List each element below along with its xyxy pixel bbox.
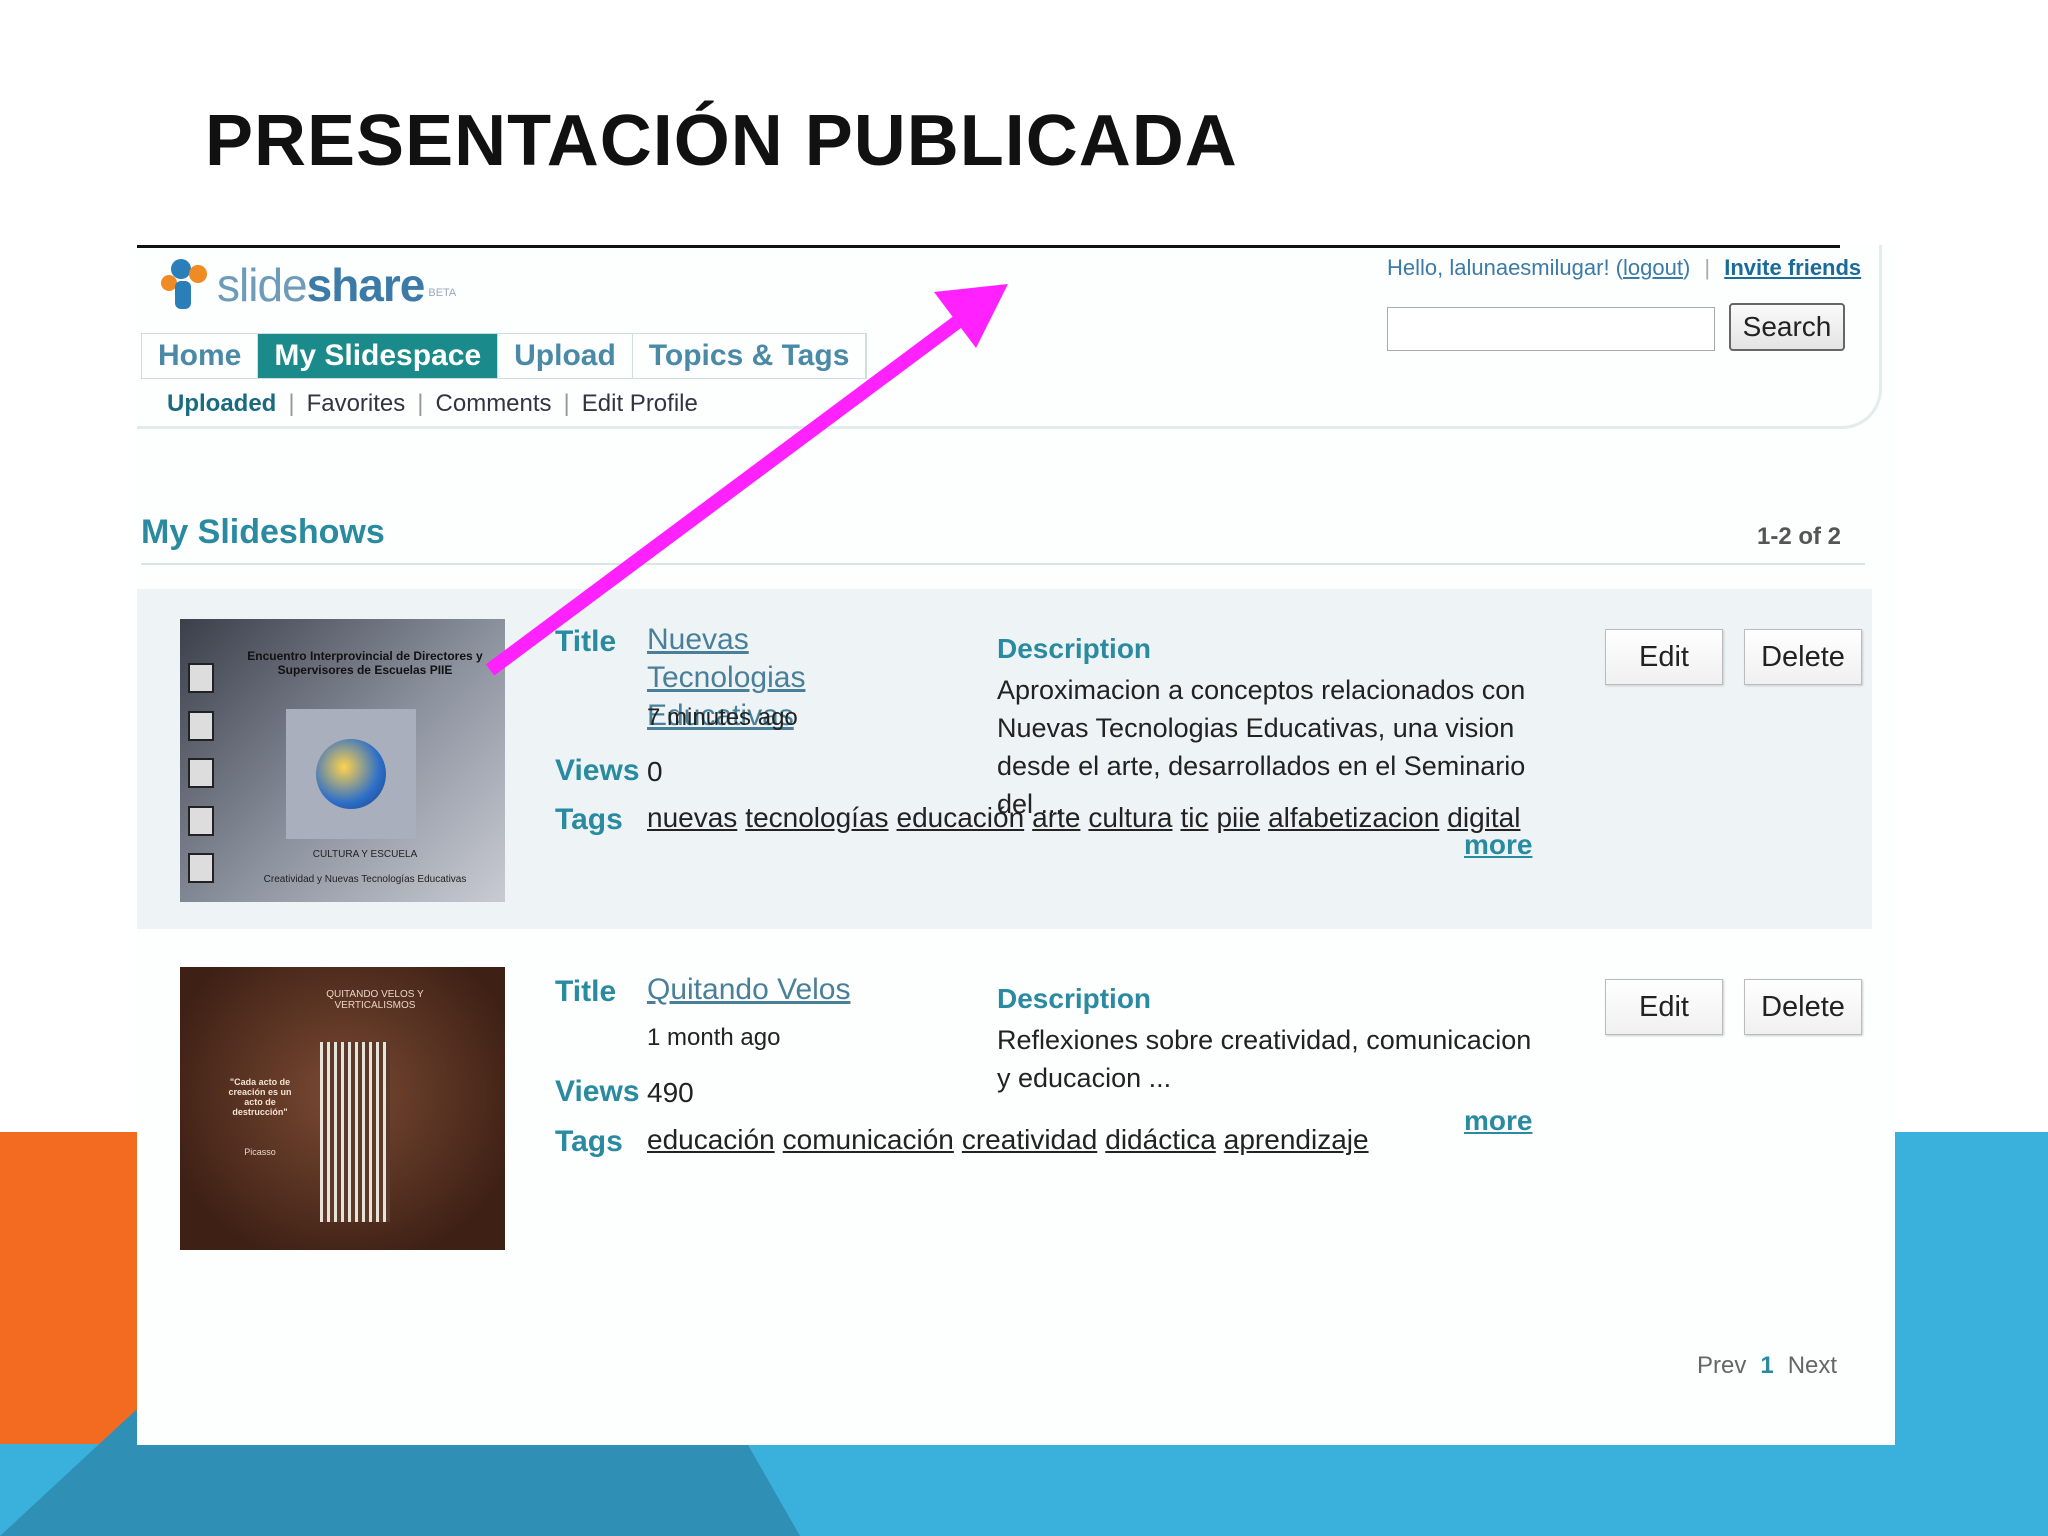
user-greeting: Hello, lalunaesmilugar! ( xyxy=(1387,255,1623,280)
tab-topics-tags[interactable]: Topics & Tags xyxy=(633,334,867,378)
tag-link[interactable]: creatividad xyxy=(962,1124,1097,1155)
logo-beta-badge: BETA xyxy=(428,287,457,299)
slide-title: PRESENTACIÓN PUBLICADA xyxy=(205,101,1238,181)
section-title: My Slideshows xyxy=(141,513,385,551)
delete-button[interactable]: Delete xyxy=(1744,979,1862,1035)
search-input[interactable] xyxy=(1387,307,1715,351)
filmstrip-icon xyxy=(188,663,216,883)
tab-upload[interactable]: Upload xyxy=(498,334,633,378)
tab-my-slidespace[interactable]: My Slidespace xyxy=(258,334,499,378)
invite-friends-link[interactable]: Invite friends xyxy=(1724,255,1861,280)
user-bar: Hello, lalunaesmilugar! (logout) | Invit… xyxy=(1387,255,1861,281)
slideshow-row: QUITANDO VELOS Y VERTICALISMOS "Cada act… xyxy=(137,939,1872,1250)
subnav-favorites[interactable]: Favorites xyxy=(307,390,406,418)
upload-time: 7 minutes ago xyxy=(647,704,798,731)
slideshare-logo-icon xyxy=(157,255,217,315)
thumb-quote: "Cada acto de creación es un acto de des… xyxy=(228,1077,292,1117)
more-link[interactable]: more xyxy=(1464,829,1532,861)
tags-label: Tags xyxy=(555,1125,623,1158)
userbar-separator: | xyxy=(1704,255,1711,280)
slideshow-thumbnail[interactable]: Encuentro Interprovincial de Directores … xyxy=(180,619,505,902)
subnav-comments[interactable]: Comments xyxy=(436,390,552,418)
user-greeting-close: ) xyxy=(1682,255,1691,280)
pager-prev[interactable]: Prev xyxy=(1697,1352,1746,1379)
slideshow-title-link[interactable]: Quitando Velos xyxy=(647,971,907,1009)
logout-link[interactable]: logout xyxy=(1623,255,1683,280)
description-text: Reflexiones sobre creatividad, comunicac… xyxy=(997,1025,1532,1093)
sub-nav: Uploaded | Favorites | Comments | Edit P… xyxy=(167,390,698,418)
thumb-footer: Creatividad y Nuevas Tecnologías Educati… xyxy=(263,874,467,885)
slideshow-row: Encuentro Interprovincial de Directores … xyxy=(137,589,1872,929)
logo-text: slideshare xyxy=(217,259,425,311)
more-link[interactable]: more xyxy=(1464,1105,1532,1137)
thumb-caption: QUITANDO VELOS Y VERTICALISMOS xyxy=(326,989,424,1011)
title-label: Title xyxy=(555,975,617,1008)
section-divider xyxy=(141,563,1865,565)
tag-link[interactable]: didáctica xyxy=(1105,1124,1216,1155)
views-label: Views xyxy=(555,1075,640,1108)
description-text: Aproximacion a conceptos relacionados co… xyxy=(997,675,1526,819)
description-label: Description xyxy=(997,983,1152,1014)
tag-link[interactable]: educación xyxy=(647,1124,775,1155)
thumb-author: Picasso xyxy=(244,1147,276,1157)
search-button[interactable]: Search xyxy=(1729,303,1845,351)
slideshow-thumbnail[interactable]: QUITANDO VELOS Y VERTICALISMOS "Cada act… xyxy=(180,967,505,1250)
description-label: Description xyxy=(997,633,1152,664)
slideshare-screenshot: slideshare BETA Home My Slidespace Uploa… xyxy=(137,245,1895,1445)
tag-list: nuevas tecnologías educación arte cultura tic… xyxy=(647,799,1520,837)
subnav-separator: | xyxy=(288,390,295,417)
subnav-separator: | xyxy=(563,390,570,417)
pager-next[interactable]: Next xyxy=(1788,1352,1837,1379)
main-nav: Home My Slidespace Upload Topics & Tags xyxy=(141,333,868,379)
thumb-caption: Encuentro Interprovincial de Directores … xyxy=(247,649,483,677)
tag-link[interactable]: aprendizaje xyxy=(1224,1124,1369,1155)
title-label: Title xyxy=(555,625,617,658)
curtain-image xyxy=(320,1042,390,1222)
edit-button[interactable]: Edit xyxy=(1605,979,1723,1035)
pager-current[interactable]: 1 xyxy=(1760,1352,1773,1379)
thumb-subtitle: CULTURA Y ESCUELA xyxy=(312,849,418,860)
result-count: 1-2 of 2 xyxy=(1757,523,1842,550)
subnav-edit-profile[interactable]: Edit Profile xyxy=(582,390,698,418)
subnav-separator: | xyxy=(417,390,424,417)
slideshare-logo[interactable]: slideshare BETA xyxy=(157,255,456,315)
globe-icon xyxy=(286,709,416,839)
delete-button[interactable]: Delete xyxy=(1744,629,1862,685)
subnav-uploaded[interactable]: Uploaded xyxy=(167,390,276,418)
tag-link[interactable]: tecnologías xyxy=(745,802,888,833)
pagination: Prev 1 Next xyxy=(1697,1352,1837,1380)
tags-label: Tags xyxy=(555,803,623,836)
tag-link[interactable]: comunicación xyxy=(783,1124,954,1155)
views-label: Views xyxy=(555,754,640,787)
tab-home[interactable]: Home xyxy=(142,334,259,378)
upload-time: 1 month ago xyxy=(647,1024,781,1051)
edit-button[interactable]: Edit xyxy=(1605,629,1723,685)
views-count: 490 xyxy=(647,1077,694,1108)
views-count: 0 xyxy=(647,756,663,787)
tag-link[interactable]: nuevas xyxy=(647,802,737,833)
tag-list: educación comunicación creatividad didáctic… xyxy=(647,1121,1369,1159)
